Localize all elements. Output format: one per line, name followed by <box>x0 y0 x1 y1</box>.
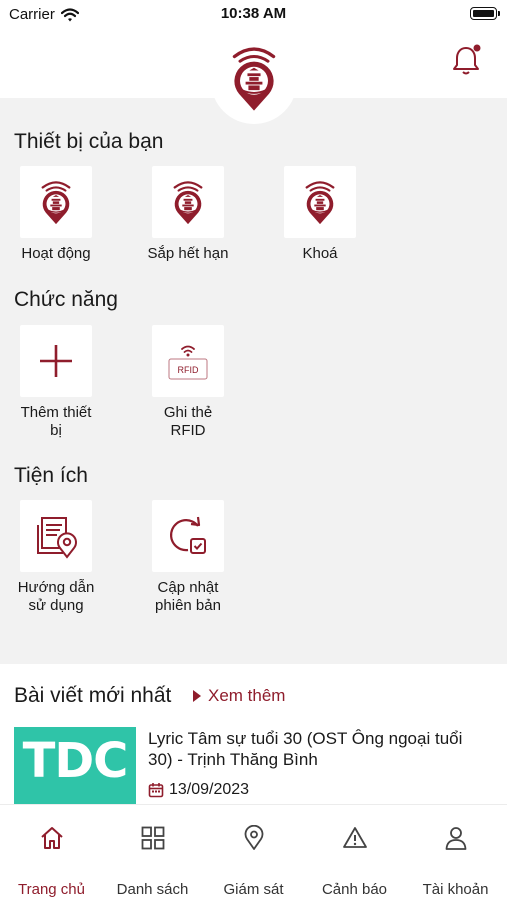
plus-icon <box>20 325 92 397</box>
notification-badge <box>473 44 481 52</box>
rfid-icon-text: RFID <box>178 365 199 375</box>
main-content: Thiết bị của bạn Hoạt động Sắp hết hạn K… <box>0 98 507 664</box>
bell-icon[interactable] <box>451 44 481 76</box>
tab-label: Cảnh báo <box>321 881 388 898</box>
thumbnail-logo-text: TDC <box>22 733 129 789</box>
tile-label: Khoá <box>302 245 338 262</box>
tile-user-guide[interactable]: Hướng dẫn sử dụng <box>1 500 111 615</box>
device-logo-icon <box>20 166 92 238</box>
tile-write-rfid[interactable]: RFID Ghi thẻ RFID <box>133 325 243 440</box>
brand-logo-icon <box>211 32 297 124</box>
tab-home[interactable]: Trang chủ <box>1 825 102 898</box>
update-icon <box>152 500 224 572</box>
tab-alerts[interactable]: Cảnh báo <box>304 825 405 898</box>
tile-label: Thêm thiết bị <box>20 404 92 439</box>
device-logo-icon <box>284 166 356 238</box>
header <box>0 30 507 124</box>
tab-account[interactable]: Tài khoản <box>405 825 506 898</box>
tile-label: Hoạt động <box>21 245 91 262</box>
tab-label: Trang chủ <box>18 881 85 898</box>
guide-map-icon <box>20 500 92 572</box>
tile-update-version[interactable]: Cập nhật phiên bản <box>133 500 243 615</box>
user-icon <box>405 825 506 855</box>
tile-active-devices[interactable]: Hoạt động <box>1 166 111 263</box>
rfid-card-icon: RFID <box>152 325 224 397</box>
tile-expiring-devices[interactable]: Sắp hết hạn <box>133 166 243 263</box>
tile-label: Hướng dẫn sử dụng <box>17 579 95 614</box>
grid-icon <box>102 825 203 855</box>
see-more-link[interactable]: Xem thêm <box>193 686 285 706</box>
post-date: 13/09/2023 <box>148 781 249 799</box>
post-title[interactable]: Lyric Tâm sự tuổi 30 (OST Ông ngoại tuổi… <box>148 728 488 770</box>
calendar-icon <box>148 783 164 798</box>
tile-label: Ghi thẻ RFID <box>163 404 213 439</box>
location-pin-icon <box>203 825 304 855</box>
section-title-functions: Chức năng <box>14 288 118 311</box>
see-more-label: Xem thêm <box>208 686 286 705</box>
post-thumbnail[interactable]: TDC <box>14 727 136 804</box>
device-logo-icon <box>152 166 224 238</box>
tab-monitor[interactable]: Giám sát <box>203 825 304 898</box>
tile-add-device[interactable]: Thêm thiết bị <box>1 325 111 440</box>
tile-locked-devices[interactable]: Khoá <box>265 166 375 263</box>
battery-icon <box>470 7 500 20</box>
section-title-devices: Thiết bị của bạn <box>14 130 164 153</box>
tab-label: Tài khoản <box>422 881 489 898</box>
tab-label: Danh sách <box>116 881 189 898</box>
status-bar: Carrier 10:38 AM <box>0 0 507 30</box>
tile-label: Cập nhật phiên bản <box>155 579 221 614</box>
home-icon <box>1 825 102 855</box>
play-arrow-icon <box>193 690 201 702</box>
tab-bar: Trang chủ Danh sách Giám sát Cảnh báo Tà… <box>0 804 507 900</box>
tab-list[interactable]: Danh sách <box>102 825 203 898</box>
posts-title: Bài viết mới nhất <box>14 684 172 707</box>
tile-label: Sắp hết hạn <box>147 245 229 262</box>
warning-icon <box>304 825 405 855</box>
section-title-utilities: Tiện ích <box>14 464 88 487</box>
post-date-label: 13/09/2023 <box>169 781 250 798</box>
latest-posts-section: Bài viết mới nhất Xem thêm TDC Lyric Tâm… <box>0 664 507 804</box>
tab-label: Giám sát <box>223 881 284 898</box>
status-time: 10:38 AM <box>220 5 287 22</box>
